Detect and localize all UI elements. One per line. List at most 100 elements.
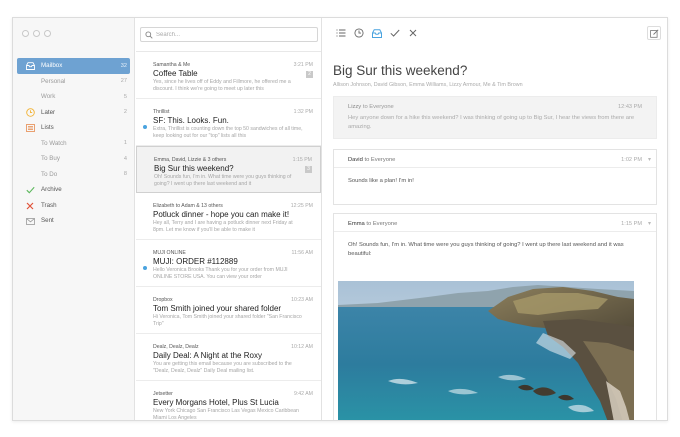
message-time: 1:15 PM	[621, 221, 642, 227]
thread-count-badge: 3	[305, 166, 312, 173]
message-recipients: to Everyone	[366, 221, 398, 227]
zoom-window-button[interactable]	[44, 30, 51, 37]
sidebar-item-later[interactable]: Later 2	[17, 105, 130, 121]
sidebar-item-label: Sent	[41, 217, 54, 225]
message-body: Hey anyone down for a hike this weekend?…	[348, 115, 635, 130]
message-time: 1:02 PM	[621, 157, 642, 163]
message-from: Elizabeth to Adam & 13 others	[153, 203, 223, 209]
sent-envelope-icon	[25, 216, 35, 226]
sidebar-item-label: To Buy	[41, 155, 60, 163]
search-input[interactable]	[156, 31, 306, 38]
message-time: 1:15 PM	[292, 157, 312, 163]
sidebar-item-to-do[interactable]: To Do 8	[17, 167, 130, 183]
message-body: Sounds like a plan! I'm in!	[348, 178, 414, 184]
reading-pane: Big Sur this weekend? Allison Johnson, D…	[323, 18, 667, 420]
message-preview: Yes, since he lives off of Eddy and Fill…	[153, 79, 291, 93]
window-controls	[22, 30, 51, 37]
compose-button[interactable]	[647, 26, 661, 40]
sidebar-item-lists[interactable]: Lists	[17, 120, 130, 136]
sidebar: Mailbox 32 Personal 27 Work 5 Later 2 Li…	[13, 18, 135, 420]
list-menu-button[interactable]	[334, 26, 348, 40]
message-from: Thrillist	[153, 109, 170, 115]
message-list: Samantha & Me 3:21 PM Coffee Table Yes, …	[136, 51, 321, 420]
close-window-button[interactable]	[22, 30, 29, 37]
sidebar-item-label: To Do	[41, 170, 58, 178]
message-toolbar	[323, 24, 420, 42]
message-row-selected[interactable]: Emma, David, Lizzie & 3 others 1:15 PM B…	[136, 146, 321, 193]
message-preview: Extra, Thrillist is counting down the to…	[153, 126, 303, 140]
message-time: 10:12 AM	[291, 344, 313, 350]
move-to-mailbox-button[interactable]	[370, 26, 384, 40]
sidebar-item-personal[interactable]: Personal 27	[17, 74, 130, 90]
archive-button[interactable]	[388, 26, 402, 40]
sidebar-item-label: Lists	[41, 124, 54, 132]
sidebar-item-trash[interactable]: Trash	[17, 198, 130, 214]
message-card-collapsed[interactable]: Lizzy to Everyone 12:43 PM Hey anyone do…	[333, 96, 657, 139]
sidebar-item-work[interactable]: Work 5	[17, 89, 130, 105]
message-row[interactable]: Samantha & Me 3:21 PM Coffee Table Yes, …	[136, 52, 321, 99]
message-card-header: Lizzy to Everyone 12:43 PM	[334, 97, 656, 114]
message-row[interactable]: Elizabeth to Adam & 13 others 12:25 PM P…	[136, 193, 321, 240]
message-row[interactable]: MUJI ONLINE 11:56 AM MUJI: ORDER #112889…	[136, 240, 321, 287]
message-time: 11:56 AM	[291, 250, 313, 256]
message-list-panel: Samantha & Me 3:21 PM Coffee Table Yes, …	[136, 18, 322, 420]
sidebar-item-sent[interactable]: Sent	[17, 213, 130, 229]
list-icon	[336, 29, 346, 37]
sidebar-item-label: Trash	[41, 201, 57, 209]
sidebar-item-count: 27	[120, 78, 127, 85]
thread-count-badge: 2	[306, 71, 313, 78]
checkmark-icon	[390, 29, 400, 37]
later-button[interactable]	[352, 26, 366, 40]
message-from: Emma, David, Lizzie & 3 others	[154, 157, 227, 163]
message-subject: Potluck dinner - hope you can make it!	[153, 210, 290, 219]
close-icon	[409, 29, 417, 37]
message-from: Jetsetter	[153, 391, 173, 397]
message-row[interactable]: Thrillist 1:32 PM SF: This. Looks. Fun. …	[136, 99, 321, 146]
sidebar-item-to-watch[interactable]: To Watch 1	[17, 136, 130, 152]
sidebar-item-label: Mailbox	[41, 62, 63, 70]
trash-button[interactable]	[406, 26, 420, 40]
checkmark-icon	[25, 185, 35, 195]
message-row[interactable]: Jetsetter 9:42 AM Every Morgans Hotel, P…	[136, 381, 321, 420]
sidebar-item-to-buy[interactable]: To Buy 4	[17, 151, 130, 167]
message-card-header: David to Everyone 1:02 PM ▾	[334, 150, 656, 167]
message-from: Samantha & Me	[153, 62, 191, 68]
clock-icon	[354, 28, 364, 38]
lists-icon	[25, 123, 35, 133]
message-subject: MUJI: ORDER #112889	[153, 257, 238, 266]
message-from: MUJI ONLINE	[153, 250, 186, 256]
message-preview: Hi Veronica, Tom Smith joined your share…	[153, 314, 302, 328]
big-sur-photo	[338, 281, 634, 420]
message-subject: Daily Deal: A Night at the Roxy	[153, 351, 262, 360]
message-time: 9:42 AM	[293, 391, 313, 397]
sidebar-nav: Mailbox 32 Personal 27 Work 5 Later 2 Li…	[13, 58, 134, 229]
trash-x-icon	[25, 201, 35, 211]
message-preview: Hey all, Terry and I are having a potluc…	[153, 220, 293, 234]
unread-dot-icon	[143, 125, 147, 129]
thread-participants: Allison Johnson, David Gibson, Emma Will…	[333, 82, 523, 88]
message-subject: SF: This. Looks. Fun.	[153, 116, 229, 125]
sidebar-item-label: Personal	[41, 77, 66, 85]
message-preview: New York Chicago San Francisco Las Vegas…	[153, 408, 299, 420]
sidebar-item-archive[interactable]: Archive	[17, 182, 130, 198]
minimize-window-button[interactable]	[33, 30, 40, 37]
compose-icon	[649, 28, 659, 38]
unread-dot-icon	[143, 266, 147, 270]
message-row[interactable]: Dropbox 10:23 AM Tom Smith joined your s…	[136, 287, 321, 334]
sidebar-item-label: To Watch	[41, 139, 67, 147]
message-subject: Coffee Table	[153, 69, 198, 78]
chevron-down-icon[interactable]: ▾	[648, 220, 651, 227]
sidebar-item-count: 1	[123, 140, 127, 147]
sidebar-item-label: Work	[41, 93, 56, 101]
search-box[interactable]	[140, 27, 318, 42]
message-row[interactable]: Dealz, Dealz, Dealz 10:12 AM Daily Deal:…	[136, 334, 321, 381]
message-card[interactable]: David to Everyone 1:02 PM ▾ Sounds like …	[333, 149, 657, 205]
chevron-down-icon[interactable]: ▾	[648, 156, 651, 163]
sidebar-item-mailbox[interactable]: Mailbox 32	[17, 58, 130, 74]
message-time: 3:21 PM	[293, 62, 313, 68]
message-card-header: Emma to Everyone 1:15 PM ▾	[334, 214, 656, 231]
message-from: Dealz, Dealz, Dealz	[153, 344, 199, 350]
message-preview: Hello Veronica Brooks Thank you for your…	[153, 267, 288, 281]
message-subject: Every Morgans Hotel, Plus St Lucia	[153, 398, 279, 407]
message-preview: You are getting this email because you a…	[153, 361, 292, 375]
